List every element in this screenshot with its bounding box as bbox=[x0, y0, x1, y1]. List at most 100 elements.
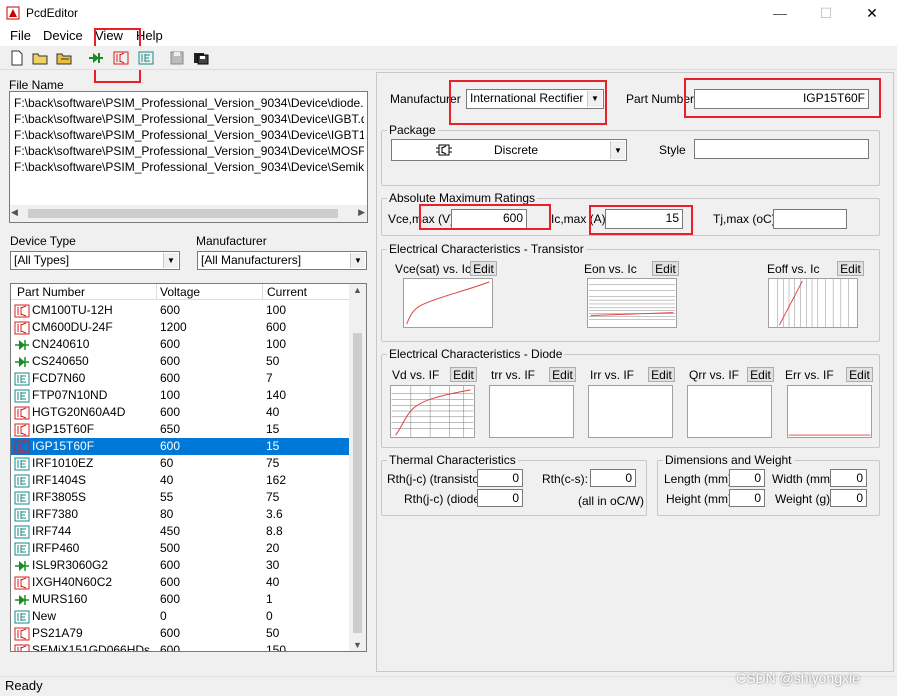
chevron-down-icon[interactable]: ▼ bbox=[163, 253, 178, 268]
voltage-cell: 60 bbox=[160, 456, 174, 470]
parts-table[interactable]: Part Number Voltage Current CM100TU-12H 6… bbox=[10, 283, 367, 652]
file-list-item[interactable]: F:\back\software\PSIM_Professional_Versi… bbox=[14, 111, 364, 127]
height-field[interactable]: 0 bbox=[729, 489, 765, 507]
rth-diode-label: Rth(j-c) (diode): bbox=[404, 492, 488, 506]
new-file-icon[interactable] bbox=[9, 50, 25, 66]
status-text: Ready bbox=[5, 678, 43, 693]
mosfet-icon[interactable] bbox=[138, 50, 154, 66]
file-list-item[interactable]: F:\back\software\PSIM_Professional_Versi… bbox=[14, 127, 364, 143]
chevron-down-icon[interactable]: ▼ bbox=[350, 253, 365, 268]
table-row[interactable]: ISL9R3060G2 600 30 bbox=[11, 557, 349, 574]
voltage-cell: 600 bbox=[160, 371, 181, 385]
file-name-label: File Name bbox=[9, 78, 64, 92]
col-part-number[interactable]: Part Number bbox=[17, 285, 85, 299]
open-folder-alt-icon[interactable] bbox=[56, 50, 72, 66]
col-current[interactable]: Current bbox=[267, 285, 307, 299]
table-row[interactable]: IRF7380 80 3.6 bbox=[11, 506, 349, 523]
voltage-cell: 600 bbox=[160, 575, 181, 589]
table-row[interactable]: FCD7N60 600 7 bbox=[11, 370, 349, 387]
table-row[interactable]: HGTG20N60A4D 600 40 bbox=[11, 404, 349, 421]
current-cell: 7 bbox=[266, 371, 273, 385]
diode-icon[interactable] bbox=[88, 50, 104, 66]
width-field[interactable]: 0 bbox=[830, 469, 867, 487]
err-edit-button[interactable]: Edit bbox=[846, 367, 873, 382]
file-list[interactable]: F:\back\software\PSIM_Professional_Versi… bbox=[9, 91, 368, 223]
chevron-down-icon[interactable]: ▼ bbox=[610, 141, 625, 159]
table-row[interactable]: CN240610 600 100 bbox=[11, 336, 349, 353]
device-type-select[interactable]: [All Types] ▼ bbox=[10, 251, 180, 270]
part-name-cell: IGP15T60F bbox=[32, 422, 95, 436]
table-row[interactable]: IRF3805S 55 75 bbox=[11, 489, 349, 506]
parts-vscroll[interactable]: ▲ ▼ bbox=[349, 284, 366, 651]
table-row[interactable]: IGP15T60F 650 15 bbox=[11, 421, 349, 438]
parts-rows: CM100TU-12H 600 100 CM600DU-24F 1200 600 CN240… bbox=[11, 302, 351, 651]
table-row[interactable]: FTP07N10ND 100 140 bbox=[11, 387, 349, 404]
rth-cs-field[interactable]: 0 bbox=[590, 469, 636, 487]
eon-graph bbox=[587, 278, 677, 328]
vd-edit-button[interactable]: Edit bbox=[450, 367, 477, 382]
part-name-cell: CS240650 bbox=[32, 354, 89, 368]
file-list-item[interactable]: F:\back\software\PSIM_Professional_Versi… bbox=[14, 143, 364, 159]
tj-field[interactable] bbox=[773, 209, 847, 229]
irr-edit-button[interactable]: Edit bbox=[648, 367, 675, 382]
minimize-button[interactable]: — bbox=[757, 0, 803, 27]
table-row[interactable]: IXGH40N60C2 600 40 bbox=[11, 574, 349, 591]
manufacturer-filter-select[interactable]: [All Manufacturers] ▼ bbox=[197, 251, 367, 270]
table-row[interactable]: PS21A79 600 50 bbox=[11, 625, 349, 642]
table-row[interactable]: IRF1010EZ 60 75 bbox=[11, 455, 349, 472]
rth-diode-field[interactable]: 0 bbox=[477, 489, 523, 507]
voltage-cell: 650 bbox=[160, 422, 181, 436]
maximize-button[interactable]: ☐ bbox=[803, 0, 849, 27]
eoff-label: Eoff vs. Ic bbox=[767, 262, 820, 276]
eoff-edit-button[interactable]: Edit bbox=[837, 261, 864, 276]
table-row[interactable]: CM100TU-12H 600 100 bbox=[11, 302, 349, 319]
file-list-item[interactable]: F:\back\software\PSIM_Professional_Versi… bbox=[14, 95, 364, 111]
table-row[interactable]: IRF1404S 40 162 bbox=[11, 472, 349, 489]
table-row[interactable]: SEMiX151GD066HDs 600 150 bbox=[11, 642, 349, 651]
save-all-icon[interactable] bbox=[193, 50, 209, 66]
menu-file[interactable]: File bbox=[10, 28, 31, 43]
weight-field[interactable]: 0 bbox=[830, 489, 867, 507]
table-row[interactable]: New 0 0 bbox=[11, 608, 349, 625]
style-field[interactable] bbox=[694, 139, 869, 159]
voltage-cell: 80 bbox=[160, 507, 174, 521]
table-row[interactable]: CM600DU-24F 1200 600 bbox=[11, 319, 349, 336]
vce-sat-graph bbox=[403, 278, 493, 328]
table-row[interactable]: MURS160 600 1 bbox=[11, 591, 349, 608]
manufacturer-filter-label: Manufacturer bbox=[196, 234, 267, 248]
table-row[interactable]: CS240650 600 50 bbox=[11, 353, 349, 370]
vscroll-thumb[interactable] bbox=[353, 333, 362, 633]
rth-cs-label: Rth(c-s): bbox=[542, 472, 588, 486]
package-value: Discrete bbox=[494, 143, 539, 157]
igbt-icon[interactable] bbox=[113, 50, 129, 66]
tj-label: Tj,max (oC): bbox=[713, 212, 779, 226]
rth-transistor-field[interactable]: 0 bbox=[477, 469, 523, 487]
eon-edit-button[interactable]: Edit bbox=[652, 261, 679, 276]
table-row[interactable]: IRFP460 500 20 bbox=[11, 540, 349, 557]
menu-device[interactable]: Device bbox=[43, 28, 83, 43]
voltage-cell: 55 bbox=[160, 490, 174, 504]
package-select[interactable]: Discrete ▼ bbox=[391, 139, 627, 161]
file-list-item[interactable]: F:\back\software\PSIM_Professional_Versi… bbox=[14, 159, 364, 175]
close-button[interactable]: ✕ bbox=[849, 0, 895, 27]
height-label: Height (mm): bbox=[666, 492, 736, 506]
open-folder-icon[interactable] bbox=[32, 50, 48, 66]
save-icon[interactable] bbox=[169, 50, 185, 66]
file-list-hscroll[interactable]: ◀ ▶ bbox=[10, 205, 367, 222]
qrr-edit-button[interactable]: Edit bbox=[747, 367, 774, 382]
diode-group-title: Electrical Characteristics - Diode bbox=[387, 347, 565, 361]
trr-label: trr vs. IF bbox=[491, 368, 535, 382]
weight-label: Weight (g): bbox=[775, 492, 834, 506]
vd-label: Vd vs. IF bbox=[392, 368, 440, 382]
col-voltage[interactable]: Voltage bbox=[160, 285, 200, 299]
igbt-icon bbox=[14, 644, 30, 651]
table-row[interactable]: IGP15T60F 600 15 bbox=[11, 438, 349, 455]
length-field[interactable]: 0 bbox=[729, 469, 765, 487]
trr-edit-button[interactable]: Edit bbox=[549, 367, 576, 382]
current-cell: 8.8 bbox=[266, 524, 283, 538]
part-name-cell: FTP07N10ND bbox=[32, 388, 108, 402]
vce-sat-edit-button[interactable]: Edit bbox=[470, 261, 497, 276]
table-row[interactable]: IRF744 450 8.8 bbox=[11, 523, 349, 540]
hscroll-thumb[interactable] bbox=[28, 209, 338, 218]
current-cell: 140 bbox=[266, 388, 287, 402]
